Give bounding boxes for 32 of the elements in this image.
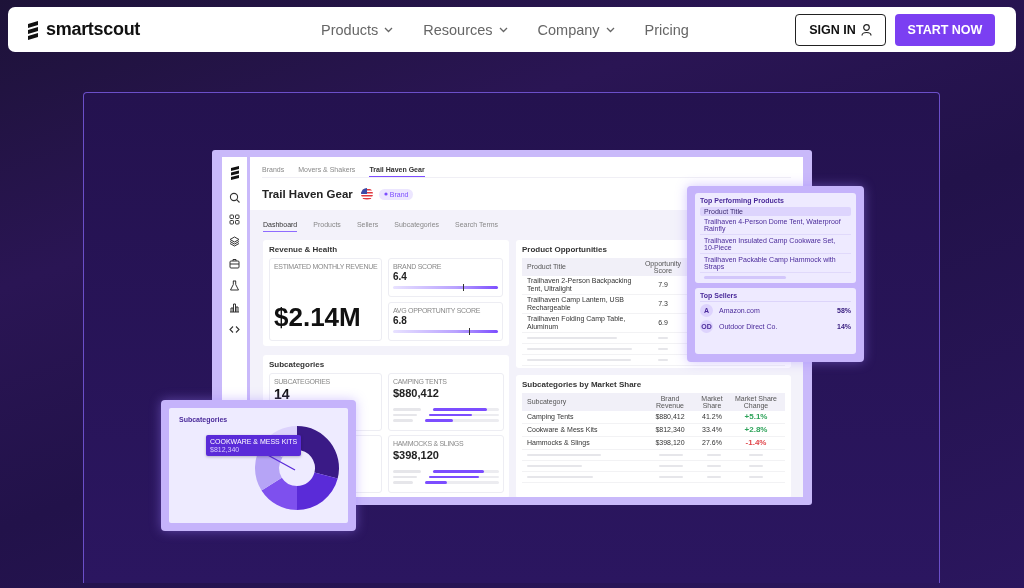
score-value: 6.4 <box>393 271 408 282</box>
dot-icon <box>383 192 388 196</box>
tile-value: 14 <box>274 386 291 402</box>
nav-link[interactable]: Pricing <box>644 21 689 38</box>
card-title: Revenue & Health <box>269 245 338 254</box>
tile-value: $880,412 <box>393 387 440 399</box>
code-icon <box>229 324 240 335</box>
score-value: 6.8 <box>393 315 408 326</box>
layers-icon <box>229 236 240 247</box>
briefcase-icon <box>229 258 240 269</box>
sign-in-button[interactable]: SIGN IN <box>795 13 886 46</box>
card-title: Subcategories <box>269 360 325 369</box>
nav-link[interactable]: Resources <box>423 21 508 38</box>
logo-text: smartscout <box>46 19 141 40</box>
table-cell-text: +2.8% <box>743 426 769 434</box>
person-icon <box>860 23 872 36</box>
table-cell-text: +5.1% <box>743 413 769 421</box>
flask-icon <box>229 280 240 291</box>
bar-chart-icon <box>229 302 240 313</box>
logo-icon <box>26 19 40 40</box>
nav-link[interactable]: Company <box>537 21 615 38</box>
start-now-button[interactable]: START NOW <box>895 13 995 46</box>
flag-icon <box>360 188 373 200</box>
card-title: Subcategories by Market Share <box>522 380 642 389</box>
revenue-value: $2.14M <box>274 302 362 334</box>
card-title: Product Opportunities <box>522 245 607 254</box>
table-cell-text: -1.4% <box>744 439 768 447</box>
grid-icon <box>229 214 240 225</box>
search-icon <box>229 192 240 203</box>
nav-link[interactable]: Products <box>321 21 394 38</box>
brand-title: Trail Haven Gear <box>262 188 353 200</box>
tile-value: $398,120 <box>393 449 440 461</box>
